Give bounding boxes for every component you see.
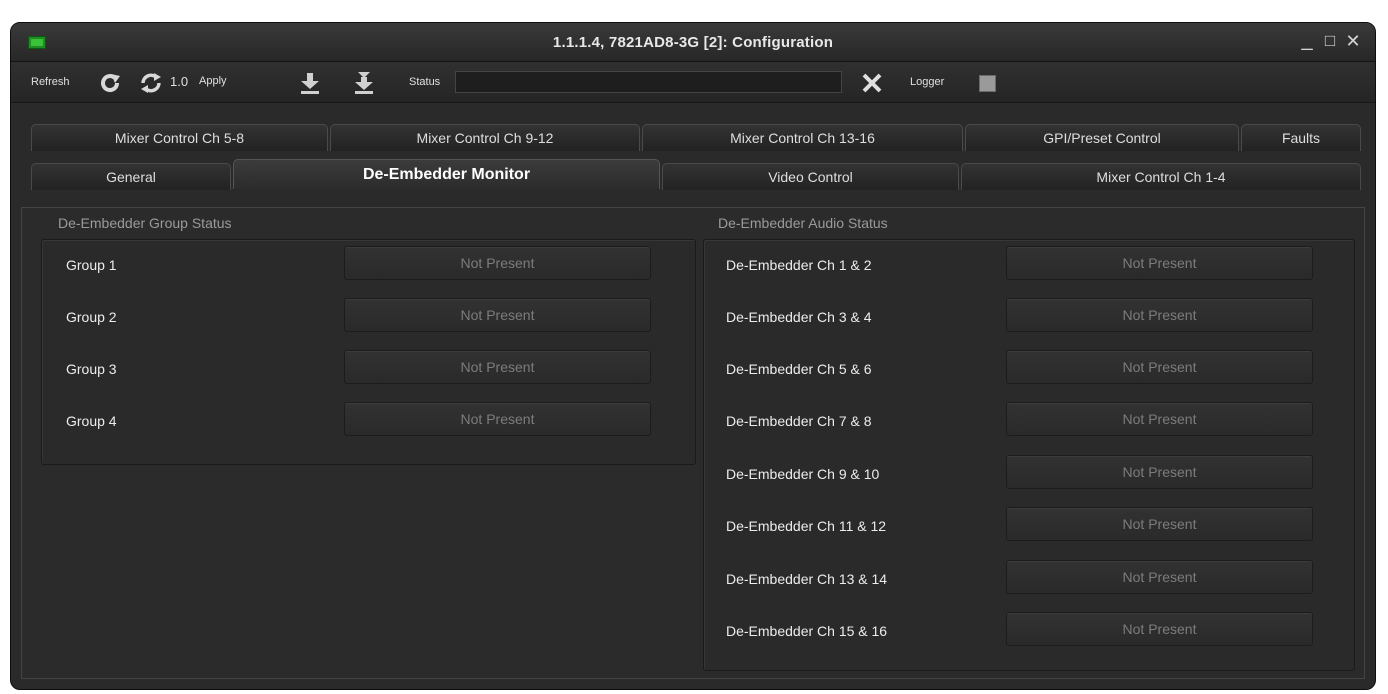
tab-content-de-embedder-monitor: De-Embedder Group Status Group 1 Not Pre… [21,207,1365,679]
group-label: Group 4 [66,413,117,429]
channel-label: De-Embedder Ch 11 & 12 [726,518,887,534]
auto-refresh-icon[interactable] [139,71,163,95]
channel-label: De-Embedder Ch 15 & 16 [726,623,888,639]
minimize-icon[interactable]: _ [1297,29,1317,52]
channel-status-value: Not Present [1006,402,1313,436]
refresh-label: Refresh [31,76,70,88]
channel-label: De-Embedder Ch 3 & 4 [726,309,872,325]
logger-toggle-icon[interactable] [979,75,996,92]
tab-video-control[interactable]: Video Control [662,163,959,190]
group-label: Group 3 [66,361,117,377]
group-status-value: Not Present [344,298,651,332]
tab-general[interactable]: General [31,163,231,190]
channel-label: De-Embedder Ch 7 & 8 [726,413,872,429]
clear-status-icon[interactable] [860,71,884,95]
group-status-title: De-Embedder Group Status [58,215,232,231]
audio-status-panel: De-Embedder Ch 1 & 2 Not Present De-Embe… [703,239,1355,671]
group-status-value: Not Present [344,402,651,436]
close-icon[interactable]: ✕ [1343,31,1363,52]
speed-value: 1.0 [170,74,189,89]
channel-status-value: Not Present [1006,455,1313,489]
channel-status-value: Not Present [1006,350,1313,384]
configuration-window: 1.1.1.4, 7821AD8-3G [2]: Configuration _… [10,22,1376,690]
channel-status-value: Not Present [1006,507,1313,541]
toolbar: Refresh 1.0 Apply Status Logger [11,62,1375,103]
title-bar[interactable]: 1.1.1.4, 7821AD8-3G [2]: Configuration _… [11,23,1375,62]
channel-label: De-Embedder Ch 13 & 14 [726,571,888,587]
group-label: Group 2 [66,309,117,325]
status-field [455,71,842,93]
tab-mixer-control-ch-5-8[interactable]: Mixer Control Ch 5-8 [31,124,328,151]
channel-label: De-Embedder Ch 5 & 6 [726,361,872,377]
channel-status-value: Not Present [1006,560,1313,594]
channel-label: De-Embedder Ch 1 & 2 [726,257,872,273]
logger-label: Logger [910,76,945,88]
group-status-panel: Group 1 Not Present Group 2 Not Present … [41,239,696,465]
download-icon[interactable] [298,71,322,95]
download-all-icon[interactable] [352,71,376,95]
channel-status-value: Not Present [1006,298,1313,332]
group-status-value: Not Present [344,246,651,280]
tab-mixer-control-ch-13-16[interactable]: Mixer Control Ch 13-16 [642,124,963,151]
window-title: 1.1.1.4, 7821AD8-3G [2]: Configuration [552,34,834,51]
group-status-value: Not Present [344,350,651,384]
refresh-icon[interactable] [98,71,122,95]
group-label: Group 1 [66,257,117,273]
tab-mixer-control-ch-9-12[interactable]: Mixer Control Ch 9-12 [330,124,640,151]
tab-gpi-preset-control[interactable]: GPI/Preset Control [965,124,1239,151]
tab-de-embedder-monitor[interactable]: De-Embedder Monitor [233,159,660,189]
channel-status-value: Not Present [1006,612,1313,646]
tab-faults[interactable]: Faults [1241,124,1361,151]
maximize-icon[interactable]: □ [1320,31,1340,51]
audio-status-title: De-Embedder Audio Status [718,215,888,231]
channel-status-value: Not Present [1006,246,1313,280]
apply-button[interactable]: Apply [199,75,227,87]
tab-mixer-control-ch-1-4[interactable]: Mixer Control Ch 1-4 [961,163,1361,190]
channel-label: De-Embedder Ch 9 & 10 [726,466,880,482]
status-label: Status [409,76,441,88]
